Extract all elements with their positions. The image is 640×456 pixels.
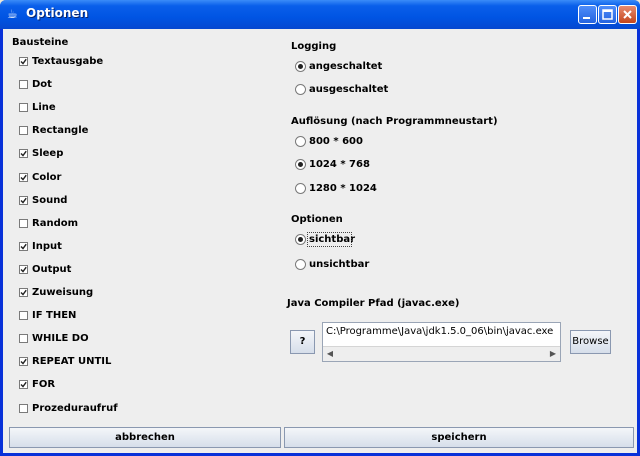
checkbox[interactable] (19, 80, 28, 89)
checkmark-icon (20, 150, 27, 157)
close-button[interactable] (618, 5, 637, 24)
checkbox-label[interactable]: Input (32, 241, 62, 252)
compiler-path-value: C:\Programme\Java\jdk1.5.0_06\bin\javac.… (326, 326, 554, 337)
scroll-right-icon[interactable]: ▶ (548, 349, 558, 359)
resolution-label-1024[interactable]: 1024 * 768 (309, 159, 370, 170)
checkmark-icon (20, 243, 27, 250)
checkmark-icon (20, 197, 27, 204)
checkbox[interactable] (19, 196, 28, 205)
checkbox-label[interactable]: REPEAT UNTIL (32, 356, 111, 367)
radio-dot (298, 237, 303, 242)
options-window: ☕ Optionen Bausteine Textausgabe Dot Line R… (0, 0, 640, 456)
logging-heading: Logging (291, 41, 337, 52)
checkbox[interactable] (19, 265, 28, 274)
save-button[interactable]: speichern (284, 427, 634, 448)
checkbox-label[interactable]: WHILE DO (32, 333, 89, 344)
checkbox-label[interactable]: Sound (32, 195, 67, 206)
maximize-button[interactable] (598, 5, 617, 24)
checkbox[interactable] (19, 219, 28, 228)
checkbox[interactable] (19, 173, 28, 182)
resolution-radio-800[interactable] (295, 136, 306, 147)
checkbox[interactable] (19, 57, 28, 66)
checkbox-label[interactable]: Zuweisung (32, 287, 93, 298)
checkbox-label[interactable]: Textausgabe (32, 56, 103, 67)
resolution-radio-1024[interactable] (295, 159, 306, 170)
checkbox[interactable] (19, 149, 28, 158)
checkmark-icon (20, 381, 27, 388)
cancel-button[interactable]: abbrechen (9, 427, 281, 448)
checkbox-label[interactable]: Dot (32, 79, 52, 90)
maximize-icon (602, 9, 613, 20)
checkmark-icon (20, 358, 27, 365)
visibility-radio-visible[interactable] (295, 234, 306, 245)
checkmark-icon (20, 266, 27, 273)
checkbox[interactable] (19, 357, 28, 366)
browse-button[interactable]: Browse (570, 330, 611, 354)
checkmark-icon (20, 289, 27, 296)
minimize-icon (583, 17, 590, 19)
checkbox-label[interactable]: Color (32, 172, 61, 183)
resolution-label-1280[interactable]: 1280 * 1024 (309, 183, 377, 194)
checkbox[interactable] (19, 334, 28, 343)
visibility-radio-hidden[interactable] (295, 259, 306, 270)
checkmark-icon (20, 58, 27, 65)
aufloesung-heading: Auflösung (nach Programmneustart) (291, 116, 498, 127)
focus-indicator (307, 232, 352, 247)
optionen-heading: Optionen (291, 214, 343, 225)
compiler-path-field[interactable]: C:\Programme\Java\jdk1.5.0_06\bin\javac.… (322, 322, 561, 362)
checkbox-label[interactable]: Output (32, 264, 71, 275)
checkbox[interactable] (19, 242, 28, 251)
checkbox[interactable] (19, 288, 28, 297)
minimize-button[interactable] (578, 5, 597, 24)
checkbox-label[interactable]: FOR (32, 379, 55, 390)
horizontal-scrollbar[interactable]: ◀ ▶ (323, 346, 560, 361)
resolution-radio-1280[interactable] (295, 183, 306, 194)
checkbox-label[interactable]: Random (32, 218, 78, 229)
checkbox-label[interactable]: Prozeduraufruf (32, 403, 118, 414)
scroll-left-icon[interactable]: ◀ (325, 349, 335, 359)
logging-radio-off[interactable] (295, 84, 306, 95)
logging-radio-on[interactable] (295, 61, 306, 72)
checkbox[interactable] (19, 404, 28, 413)
visibility-label-hidden[interactable]: unsichtbar (309, 259, 369, 270)
checkbox-label[interactable]: Sleep (32, 148, 63, 159)
resolution-label-800[interactable]: 800 * 600 (309, 136, 363, 147)
checkbox[interactable] (19, 380, 28, 389)
checkbox-label[interactable]: IF THEN (32, 310, 76, 321)
radio-dot (298, 64, 303, 69)
checkbox[interactable] (19, 126, 28, 135)
compiler-heading: Java Compiler Pfad (javac.exe) (287, 298, 460, 309)
java-cup-icon: ☕ (7, 7, 18, 21)
title-bar[interactable]: ☕ Optionen (0, 0, 640, 29)
radio-dot (298, 162, 303, 167)
checkbox-label[interactable]: Line (32, 102, 56, 113)
checkbox-label[interactable]: Rectangle (32, 125, 88, 136)
bausteine-heading: Bausteine (12, 37, 69, 48)
checkbox[interactable] (19, 103, 28, 112)
logging-label-off[interactable]: ausgeschaltet (309, 84, 388, 95)
checkmark-icon (20, 174, 27, 181)
window-title: Optionen (26, 6, 89, 20)
help-button[interactable]: ? (290, 330, 315, 354)
close-icon (623, 10, 632, 19)
checkbox[interactable] (19, 311, 28, 320)
logging-label-on[interactable]: angeschaltet (309, 61, 382, 72)
